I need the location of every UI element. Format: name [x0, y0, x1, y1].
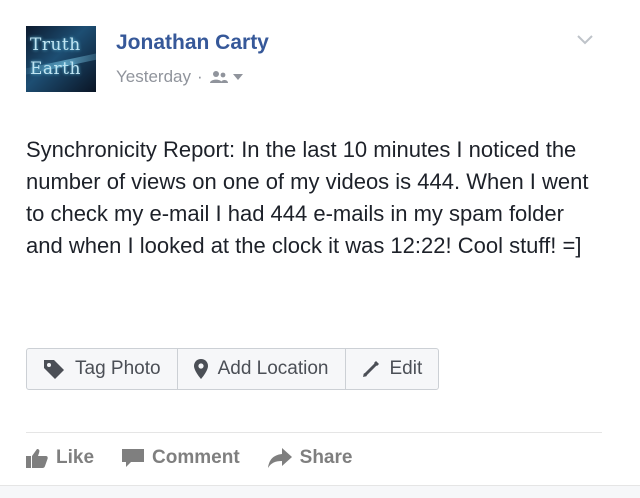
- like-label: Like: [56, 447, 95, 468]
- pencil-icon: [362, 361, 379, 377]
- avatar-text-line2: Earth: [30, 59, 81, 79]
- add-location-button[interactable]: Add Location: [178, 349, 346, 389]
- meta-separator: ·: [196, 67, 203, 86]
- comment-label: Comment: [152, 447, 240, 468]
- author-name[interactable]: Jonathan Carty: [116, 31, 269, 55]
- avatar-text-line1: Truth: [30, 35, 81, 55]
- audience-selector[interactable]: [209, 70, 243, 84]
- post-text: Synchronicity Report: In the last 10 min…: [26, 137, 589, 258]
- thumbs-up-icon: [26, 449, 48, 468]
- caret-down-icon: [232, 74, 243, 80]
- share-button[interactable]: Share: [267, 447, 353, 469]
- friends-icon: [209, 71, 228, 83]
- timestamp[interactable]: Yesterday: [116, 67, 191, 87]
- tag-photo-button[interactable]: Tag Photo: [27, 349, 178, 389]
- photo-action-bar: Tag Photo Add Location Edit: [26, 348, 440, 390]
- tag-icon: [44, 360, 64, 379]
- like-button[interactable]: Like: [26, 447, 94, 469]
- edit-label: Edit: [389, 358, 423, 379]
- location-pin-icon: [193, 359, 208, 379]
- edit-button[interactable]: Edit: [346, 349, 439, 389]
- avatar[interactable]: Truth Earth: [26, 26, 96, 92]
- share-icon: [267, 448, 292, 468]
- comment-button[interactable]: Comment: [122, 447, 240, 469]
- footer-actions: Like Comment Share: [26, 447, 352, 469]
- share-label: Share: [299, 447, 353, 468]
- divider: [26, 432, 602, 433]
- comment-area-edge: [0, 485, 640, 498]
- tag-photo-label: Tag Photo: [75, 358, 161, 379]
- chevron-down-icon[interactable]: [576, 34, 594, 46]
- post-meta: Yesterday ·: [116, 67, 243, 87]
- comment-icon: [122, 449, 145, 467]
- add-location-label: Add Location: [217, 358, 329, 379]
